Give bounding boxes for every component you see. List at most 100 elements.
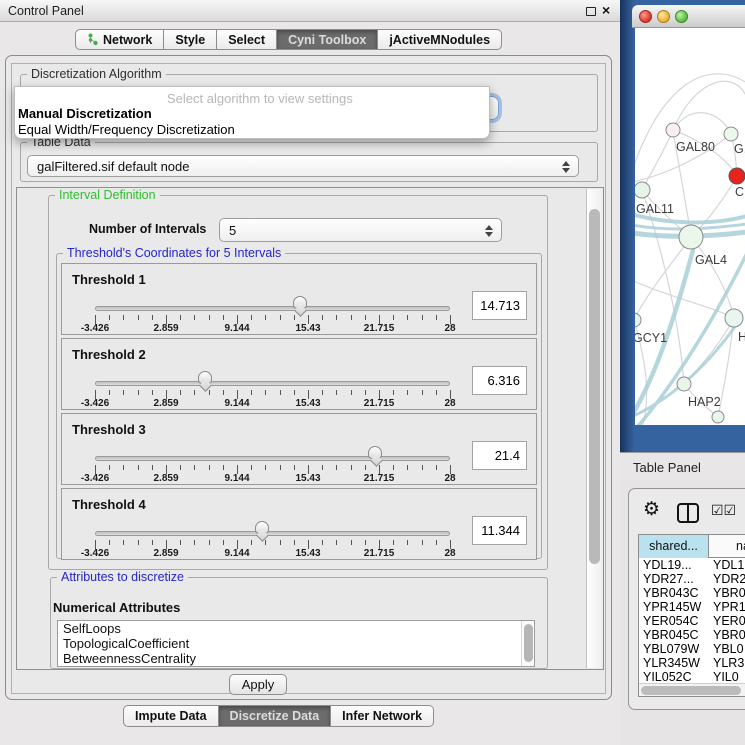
- number-of-intervals-value: 5: [229, 223, 236, 238]
- network-node-hap2[interactable]: [677, 377, 691, 391]
- slider-tick-label: 15.43: [282, 473, 334, 484]
- network-canvas[interactable]: GAL80G.CGAL11GAL4GCY1HHAP2: [635, 28, 745, 425]
- network-node-g[interactable]: [724, 127, 738, 141]
- table-row[interactable]: YDR27...YDR2: [639, 572, 745, 586]
- network-window: GAL80G.CGAL11GAL4GCY1HHAP2: [632, 5, 745, 452]
- network-window-titlebar[interactable]: [632, 5, 745, 28]
- bottom-tab-impute-data[interactable]: Impute Data: [123, 705, 219, 727]
- threshold-slider-thumb[interactable]: [368, 446, 382, 459]
- table-row[interactable]: YBL079WYBL0: [639, 642, 745, 656]
- column-header-2[interactable]: na: [710, 535, 745, 558]
- table-cell: YBR0: [713, 586, 745, 600]
- tab-network[interactable]: Network: [75, 29, 164, 50]
- table-cell: YDR27...: [643, 572, 709, 586]
- table-row[interactable]: YIL052CYIL0: [639, 670, 745, 684]
- table-row[interactable]: YLR345W YLR3: [639, 656, 745, 670]
- attributes-group-title: Attributes to discretize: [57, 570, 188, 584]
- slider-tick-label: 28: [424, 548, 476, 559]
- network-node-h[interactable]: [725, 309, 743, 327]
- bottom-tab-label: Infer Network: [342, 709, 422, 723]
- tab-cyni-toolbox[interactable]: Cyni Toolbox: [277, 29, 378, 50]
- attributes-scrollbar[interactable]: [521, 621, 534, 666]
- float-window-icon[interactable]: [586, 7, 596, 16]
- table-data-combobox[interactable]: galFiltered.sif default node: [27, 155, 579, 177]
- table-cell: YIL052C: [643, 670, 709, 684]
- table-row[interactable]: YBR045CYBR0: [639, 628, 745, 642]
- table-cell: YLR345W: [643, 656, 709, 670]
- apply-button[interactable]: Apply: [229, 674, 287, 695]
- table-row[interactable]: YDL19...YDL1: [639, 558, 745, 572]
- attribute-item-selfloops[interactable]: SelfLoops: [58, 621, 534, 636]
- top-tab-bar: NetworkStyleSelectCyni ToolboxjActiveMNo…: [75, 29, 502, 50]
- bottom-tab-discretize-data[interactable]: Discretize Data: [219, 705, 332, 727]
- tab-style[interactable]: Style: [164, 29, 217, 50]
- network-icon: [87, 33, 99, 46]
- threshold-value-field[interactable]: 11.344: [472, 516, 527, 545]
- table-hscroll-thumb[interactable]: [641, 686, 741, 695]
- node-label: G.: [734, 142, 745, 156]
- slider-tick-label: 9.144: [211, 398, 263, 409]
- settings-vertical-scrollbar[interactable]: [586, 189, 602, 668]
- threshold-slider-track[interactable]: [95, 381, 450, 386]
- threshold-value-field[interactable]: 6.316: [472, 366, 527, 395]
- node-label: C: [735, 185, 744, 199]
- number-of-intervals-spinner[interactable]: 5: [219, 218, 502, 242]
- split-table-icon[interactable]: [677, 503, 699, 523]
- table-horizontal-scrollbar[interactable]: [639, 683, 745, 696]
- node-label: GCY1: [635, 331, 667, 345]
- threshold-slider-track[interactable]: [95, 456, 450, 461]
- tab-jactivemnodules[interactable]: jActiveMNodules: [378, 29, 502, 50]
- tab-select[interactable]: Select: [217, 29, 277, 50]
- window-close-button-icon[interactable]: [639, 10, 652, 23]
- bottom-tab-infer-network[interactable]: Infer Network: [331, 705, 434, 727]
- threshold-slider-thumb[interactable]: [255, 521, 269, 534]
- column-header-1[interactable]: shared...: [639, 535, 709, 558]
- discretization-algorithm-title: Discretization Algorithm: [27, 67, 166, 81]
- attribute-item-betweennesscentrality[interactable]: BetweennessCentrality: [58, 651, 534, 666]
- algorithm-option-equal-width-frequency-discretization[interactable]: Equal Width/Frequency Discretization: [18, 122, 235, 137]
- network-node-gal4[interactable]: [679, 225, 703, 249]
- close-icon[interactable]: ×: [602, 2, 610, 18]
- table-cell: YPR145W: [643, 600, 709, 614]
- threshold-value-field[interactable]: 21.4: [472, 441, 527, 470]
- spinner-arrows-icon: [484, 224, 493, 238]
- bottom-tab-bar: Impute Data Discretize Data Infer Network: [123, 705, 434, 727]
- table-row[interactable]: YBR043CYBR0: [639, 586, 745, 600]
- network-node-c[interactable]: [729, 168, 745, 184]
- threshold-slider-track[interactable]: [95, 306, 450, 311]
- attributes-group: Attributes to discretize Numerical Attri…: [50, 577, 548, 669]
- number-of-intervals-label: Number of Intervals: [89, 222, 206, 236]
- table-data-combobox-value: galFiltered.sif default node: [37, 159, 189, 174]
- numerical-attributes-list[interactable]: SelfLoopsTopologicalCoefficientBetweenne…: [57, 620, 535, 667]
- panel-title: Control Panel: [8, 4, 84, 18]
- network-node-gal80[interactable]: [666, 123, 680, 137]
- network-node-gal11[interactable]: [635, 182, 650, 198]
- network-node[interactable]: [712, 411, 724, 423]
- attribute-item-topologicalcoefficient[interactable]: TopologicalCoefficient: [58, 636, 534, 651]
- combo-arrows-icon: [561, 160, 570, 174]
- gear-icon[interactable]: ⚙: [643, 498, 660, 521]
- threshold-coordinates-title: Threshold's Coordinates for 5 Intervals: [63, 246, 285, 260]
- table-cell: YLR3: [713, 656, 745, 670]
- threshold-slider-thumb[interactable]: [198, 371, 212, 384]
- slider-tick-label: 15.43: [282, 398, 334, 409]
- bottom-tab-label: Impute Data: [135, 709, 207, 723]
- node-label: GAL4: [695, 253, 727, 267]
- table-subpanel: ⚙ ☑☑ shared...na YDL19...YDL1YDR27...YDR…: [628, 488, 745, 710]
- threshold-label: Threshold 2: [72, 347, 146, 362]
- threshold-slider-thumb[interactable]: [293, 296, 307, 309]
- checkbox-columns-icon[interactable]: ☑☑: [711, 502, 736, 519]
- node-attribute-table[interactable]: shared...na YDL19...YDL1YDR27...YDR2YBR0…: [638, 534, 745, 697]
- table-row[interactable]: YER054CYER0: [639, 614, 745, 628]
- threshold-slider-track[interactable]: [95, 531, 450, 536]
- settings-scrollbar-thumb[interactable]: [589, 209, 600, 564]
- threshold-value-field[interactable]: 14.713: [472, 291, 527, 320]
- node-label: GAL11: [636, 202, 674, 216]
- window-zoom-button-icon[interactable]: [675, 10, 688, 23]
- table-row[interactable]: YPR145WYPR1: [639, 600, 745, 614]
- network-node-gcy1[interactable]: [635, 313, 641, 327]
- table-cell: YBR045C: [643, 628, 709, 642]
- algorithm-option-manual-discretization[interactable]: Manual Discretization: [18, 106, 152, 121]
- window-minimize-button-icon[interactable]: [657, 10, 670, 23]
- threshold-panel-threshold-1: Threshold 1-3.4262.8599.14415.4321.71528…: [61, 263, 537, 335]
